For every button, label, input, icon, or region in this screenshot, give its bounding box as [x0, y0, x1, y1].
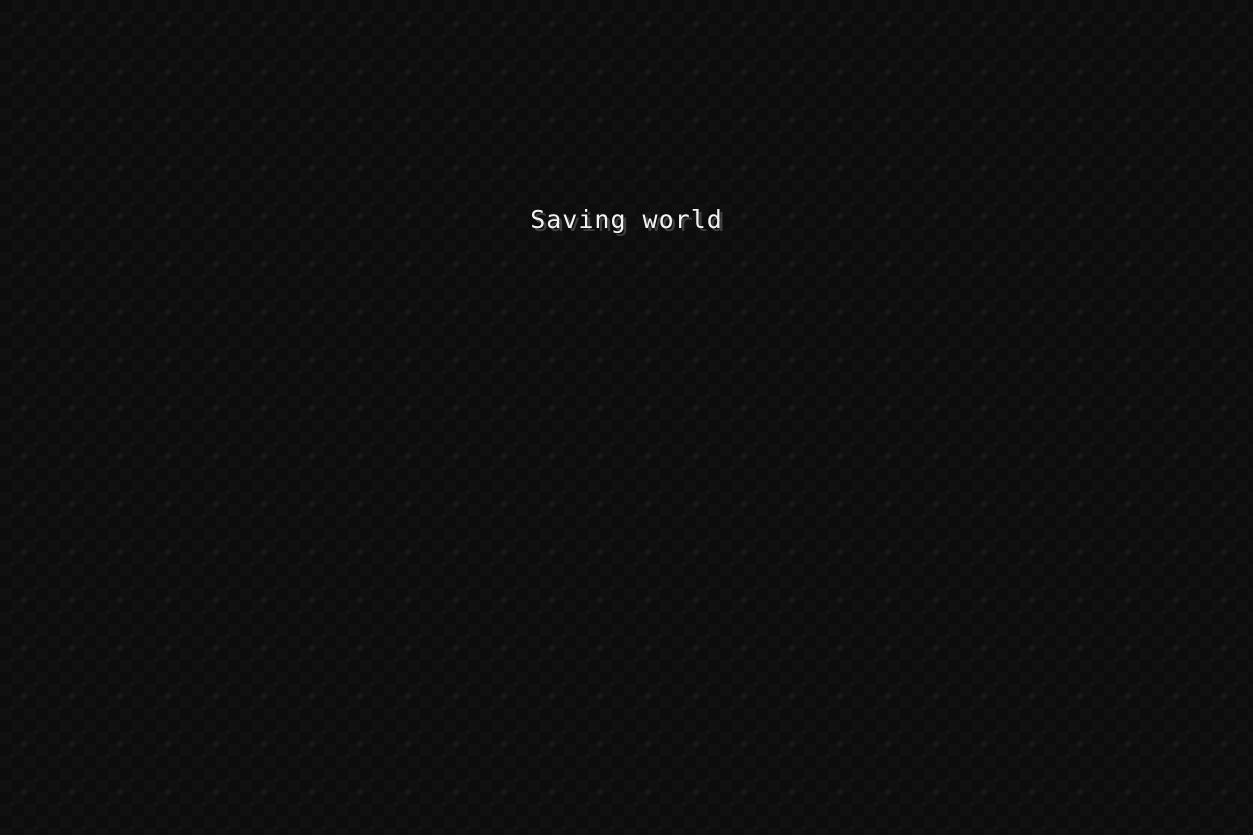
saving-status-text: Saving world	[530, 205, 723, 234]
saving-world-screen: Saving world	[0, 0, 1253, 835]
